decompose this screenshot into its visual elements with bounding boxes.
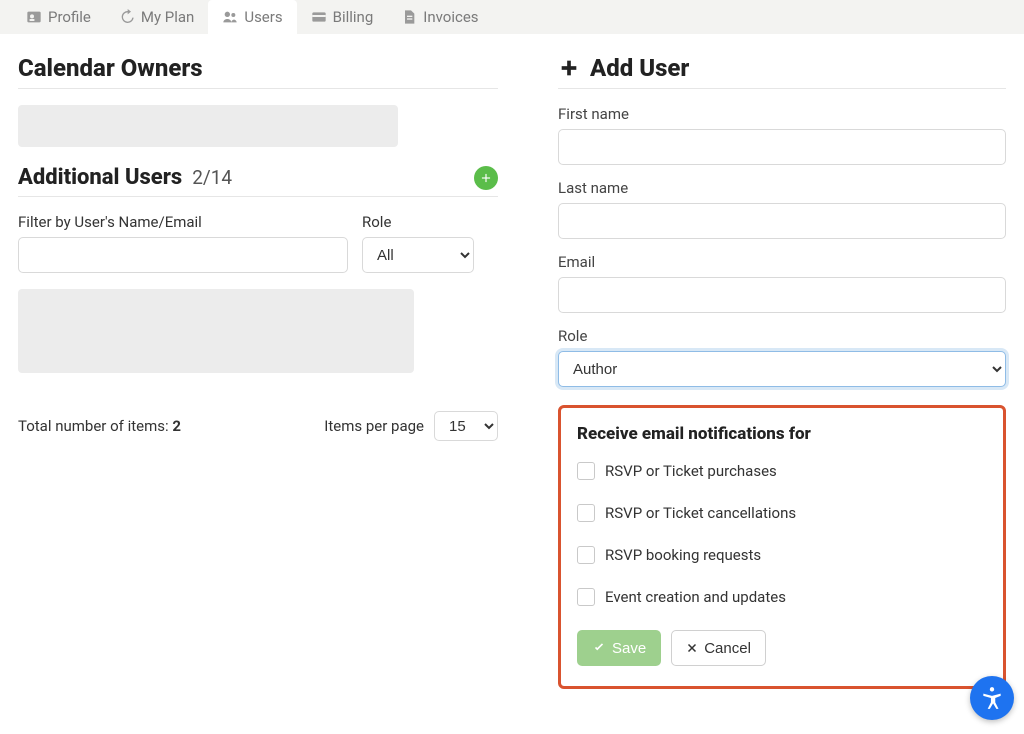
email-label: Email bbox=[558, 253, 1006, 271]
main-content: Calendar Owners Additional Users 2/14 Fi… bbox=[0, 34, 1024, 734]
close-icon bbox=[686, 642, 698, 654]
role-select[interactable]: Author bbox=[558, 351, 1006, 387]
notif-row-event-updates[interactable]: Event creation and updates bbox=[577, 588, 987, 606]
filter-name-input[interactable] bbox=[18, 237, 348, 273]
pagination-summary: Total number of items: 2 Items per page … bbox=[18, 411, 498, 441]
filter-role-select[interactable]: All bbox=[362, 237, 474, 273]
first-name-input[interactable] bbox=[558, 129, 1006, 165]
additional-users-count: 2/14 bbox=[192, 166, 232, 189]
items-per-page-label: Items per page bbox=[324, 417, 424, 435]
tab-bar: Profile My Plan Users Billing Invoices bbox=[0, 0, 1024, 34]
checkbox-icon[interactable] bbox=[577, 546, 595, 564]
checkbox-icon[interactable] bbox=[577, 462, 595, 480]
right-column: Add User First name Last name Email Role… bbox=[538, 54, 1006, 694]
tab-label: Invoices bbox=[423, 8, 478, 26]
tab-label: My Plan bbox=[141, 8, 194, 26]
tab-label: Profile bbox=[48, 8, 91, 26]
accessibility-icon bbox=[979, 685, 1005, 711]
notif-label: RSVP booking requests bbox=[605, 546, 761, 564]
plus-icon bbox=[479, 171, 493, 185]
save-button-label: Save bbox=[612, 640, 646, 657]
last-name-label: Last name bbox=[558, 179, 1006, 197]
tab-invoices[interactable]: Invoices bbox=[387, 0, 492, 34]
additional-users-title: Additional Users 2/14 bbox=[18, 165, 232, 190]
history-icon bbox=[119, 9, 135, 25]
role-label: Role bbox=[558, 327, 1006, 345]
owner-placeholder bbox=[18, 105, 398, 147]
profile-icon bbox=[26, 9, 42, 25]
notifications-title: Receive email notifications for bbox=[577, 424, 987, 444]
divider bbox=[18, 88, 498, 89]
filter-role-label: Role bbox=[362, 213, 474, 231]
tab-myplan[interactable]: My Plan bbox=[105, 0, 208, 34]
save-button[interactable]: Save bbox=[577, 630, 661, 666]
items-per-page-select[interactable]: 15 bbox=[434, 411, 498, 441]
left-column: Calendar Owners Additional Users 2/14 Fi… bbox=[18, 54, 498, 694]
tab-label: Billing bbox=[333, 8, 374, 26]
add-user-heading: Add User bbox=[558, 54, 1006, 82]
tab-label: Users bbox=[244, 8, 282, 26]
tab-users[interactable]: Users bbox=[208, 0, 296, 34]
file-icon bbox=[401, 9, 417, 25]
check-icon bbox=[592, 641, 606, 655]
cancel-button-label: Cancel bbox=[704, 640, 751, 657]
tab-billing[interactable]: Billing bbox=[297, 0, 388, 34]
add-additional-user-button[interactable] bbox=[474, 166, 498, 190]
checkbox-icon[interactable] bbox=[577, 588, 595, 606]
email-input[interactable] bbox=[558, 277, 1006, 313]
plus-icon bbox=[558, 57, 580, 79]
users-icon bbox=[222, 9, 238, 25]
calendar-owners-title: Calendar Owners bbox=[18, 54, 498, 82]
notif-label: RSVP or Ticket cancellations bbox=[605, 504, 796, 522]
card-icon bbox=[311, 9, 327, 25]
user-list-placeholder bbox=[18, 289, 414, 373]
divider bbox=[558, 88, 1006, 89]
divider bbox=[18, 196, 498, 197]
notif-label: Event creation and updates bbox=[605, 588, 786, 606]
filter-name-label: Filter by User's Name/Email bbox=[18, 213, 348, 231]
form-actions: Save Cancel bbox=[577, 630, 987, 666]
total-items-count: 2 bbox=[172, 417, 181, 435]
additional-users-label: Additional Users bbox=[18, 165, 182, 190]
notif-row-rsvp-purchases[interactable]: RSVP or Ticket purchases bbox=[577, 462, 987, 480]
total-items: Total number of items: 2 bbox=[18, 417, 181, 435]
notif-row-rsvp-cancellations[interactable]: RSVP or Ticket cancellations bbox=[577, 504, 987, 522]
accessibility-button[interactable] bbox=[970, 676, 1014, 720]
total-items-label: Total number of items: bbox=[18, 417, 172, 435]
tab-profile[interactable]: Profile bbox=[12, 0, 105, 34]
last-name-input[interactable] bbox=[558, 203, 1006, 239]
first-name-label: First name bbox=[558, 105, 1006, 123]
notif-label: RSVP or Ticket purchases bbox=[605, 462, 777, 480]
filter-row: Filter by User's Name/Email Role All bbox=[18, 213, 498, 273]
checkbox-icon[interactable] bbox=[577, 504, 595, 522]
cancel-button[interactable]: Cancel bbox=[671, 630, 766, 666]
notifications-panel: Receive email notifications for RSVP or … bbox=[558, 405, 1006, 689]
notif-row-booking-requests[interactable]: RSVP booking requests bbox=[577, 546, 987, 564]
add-user-title-text: Add User bbox=[590, 54, 689, 82]
